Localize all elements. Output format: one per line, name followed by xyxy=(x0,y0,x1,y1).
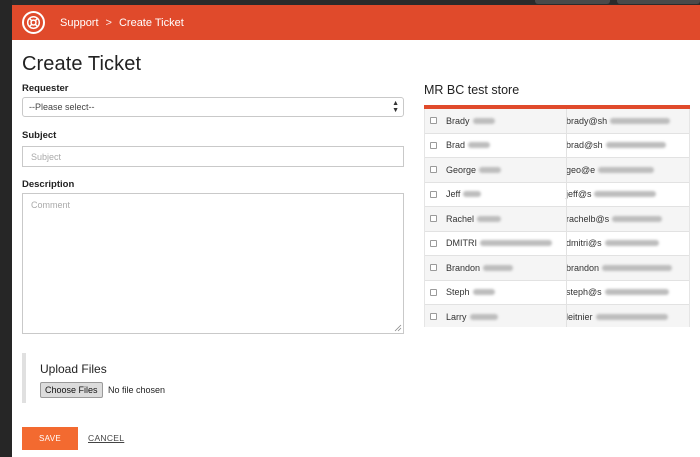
list-item[interactable]: George geo@e xyxy=(425,158,689,183)
list-item[interactable]: Steph steph@s xyxy=(425,280,689,305)
row-checkbox[interactable] xyxy=(430,239,437,247)
upload-files-title: Upload Files xyxy=(40,362,107,376)
breadcrumb: Support > Create Ticket xyxy=(60,5,184,40)
requester-name: Brandon xyxy=(446,262,481,273)
store-title: MR BC test store xyxy=(424,83,520,97)
requester-select[interactable]: --Please select-- ▲ ▼ xyxy=(22,97,404,117)
choose-files-button[interactable]: Choose Files xyxy=(40,382,103,398)
list-item[interactable]: DMITRI dmitri@s xyxy=(425,231,689,256)
store-requester-list: Brady brady@sh Brad brad@sh George geo@e… xyxy=(424,109,690,327)
support-logo-icon[interactable] xyxy=(22,11,45,34)
requester-label: Requester xyxy=(22,83,69,94)
upload-files-section: Upload Files Choose Files No file chosen xyxy=(22,353,404,403)
description-label: Description xyxy=(22,179,75,190)
requester-email: rachelb@s xyxy=(566,213,610,224)
requester-email: dmitri@s xyxy=(566,238,602,249)
app-window: Support > Create Ticket Create Ticket Re… xyxy=(12,5,700,457)
select-arrows-icon: ▲ ▼ xyxy=(392,100,399,114)
requester-name: Brady xyxy=(446,115,470,126)
subject-input[interactable]: Subject xyxy=(22,146,404,167)
window-tab xyxy=(535,0,610,4)
description-textarea[interactable]: Comment xyxy=(22,193,404,334)
page-title: Create Ticket xyxy=(22,53,142,75)
requester-name: Jeff xyxy=(446,189,461,200)
chevron-right-icon: > xyxy=(105,16,112,29)
breadcrumb-current: Create Ticket xyxy=(118,16,184,29)
requester-email: brandon xyxy=(566,262,600,273)
row-checkbox[interactable] xyxy=(430,166,437,174)
requester-name: Steph xyxy=(446,287,470,298)
requester-select-value: --Please select-- xyxy=(29,102,95,112)
description-placeholder: Comment xyxy=(31,200,71,210)
window-frame-left xyxy=(0,0,12,457)
requester-name: Larry xyxy=(446,311,467,322)
subject-label: Subject xyxy=(22,130,57,141)
requester-email: brad@sh xyxy=(566,140,603,151)
list-item[interactable]: Brady brady@sh xyxy=(425,109,689,134)
requester-email: steph@s xyxy=(566,287,602,298)
requester-name: Rachel xyxy=(446,213,475,224)
list-item[interactable]: Brad brad@sh xyxy=(425,133,689,158)
window-tab xyxy=(617,0,700,4)
list-item[interactable]: Larry leitnier xyxy=(425,305,689,327)
requester-email: geo@e xyxy=(566,164,596,175)
list-item[interactable]: Rachel rachelb@s xyxy=(425,207,689,232)
cancel-link[interactable]: CANCEL xyxy=(88,433,124,443)
row-checkbox[interactable] xyxy=(430,141,437,149)
top-header-bar: Support > Create Ticket xyxy=(12,5,700,40)
requester-email: brady@sh xyxy=(566,115,608,126)
requester-name: George xyxy=(446,164,477,175)
file-status-text: No file chosen xyxy=(108,385,166,395)
row-checkbox[interactable] xyxy=(430,288,437,296)
requester-name: Brad xyxy=(446,140,466,151)
subject-placeholder: Subject xyxy=(31,152,62,162)
row-checkbox[interactable] xyxy=(430,117,437,125)
save-button[interactable]: SAVE xyxy=(22,427,78,450)
resize-grip-icon[interactable] xyxy=(394,324,402,332)
row-checkbox[interactable] xyxy=(430,215,437,223)
row-checkbox[interactable] xyxy=(430,313,437,321)
row-checkbox[interactable] xyxy=(430,190,437,198)
breadcrumb-support-link[interactable]: Support xyxy=(60,17,99,29)
list-item[interactable]: Jeff jeff@s xyxy=(425,182,689,207)
row-checkbox[interactable] xyxy=(430,264,437,272)
list-item[interactable]: Brandon brandon xyxy=(425,256,689,281)
requester-email: jeff@s xyxy=(566,189,592,200)
requester-email: leitnier xyxy=(566,311,593,322)
requester-name: DMITRI xyxy=(446,238,477,249)
